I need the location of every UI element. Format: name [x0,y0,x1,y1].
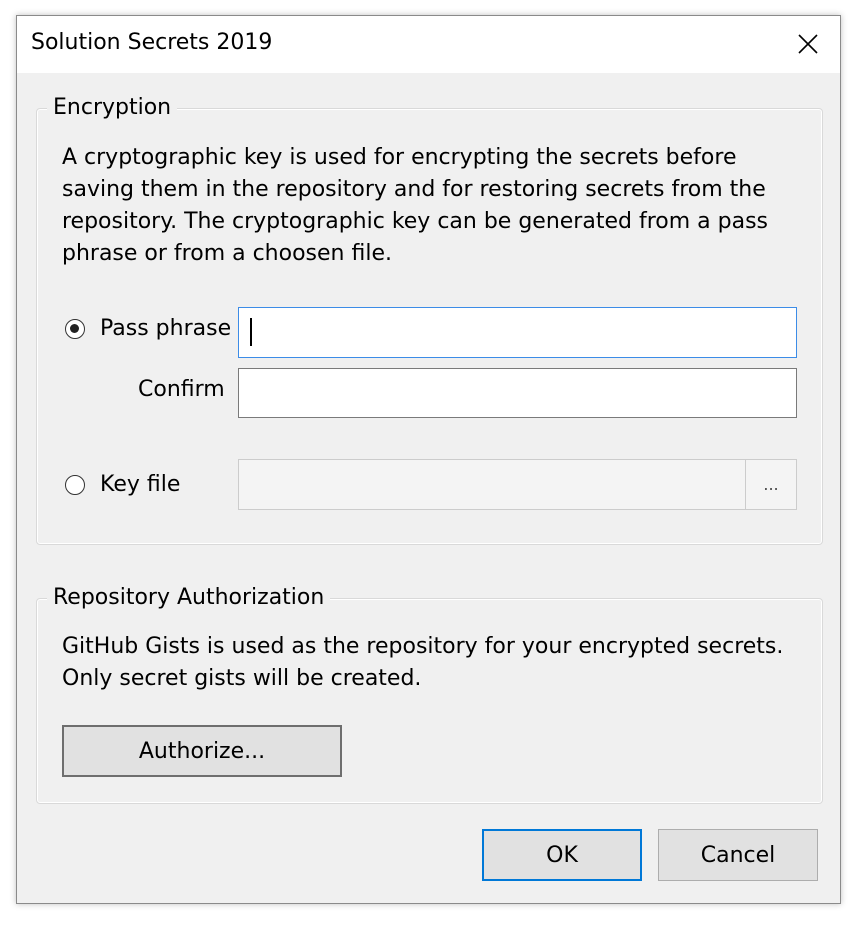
description-line: GitHub Gists is used as the repository f… [62,634,784,659]
cancel-button[interactable]: Cancel [658,829,818,881]
window-title: Solution Secrets 2019 [31,30,273,55]
description-line: A cryptographic key is used for encrypti… [62,145,737,170]
description-line: Only secret gists will be created. [62,666,422,691]
description-line: repository. The cryptographic key can be… [62,209,768,234]
close-icon [798,33,818,54]
repository-legend: Repository Authorization [47,584,331,612]
repository-description: GitHub Gists is used as the repository f… [62,631,783,695]
browse-button[interactable]: ... [745,460,796,509]
authorize-button[interactable]: Authorize... [62,725,342,777]
description-line: phrase or from a choosen file. [62,241,392,266]
confirm-label: Confirm [138,377,225,402]
pass-phrase-label: Pass phrase [100,316,232,341]
ok-button[interactable]: OK [482,829,642,881]
encryption-description: A cryptographic key is used for encrypti… [62,142,768,270]
text-caret [250,318,252,346]
key-file-input[interactable]: ... [238,459,797,510]
key-file-label: Key file [100,472,181,497]
pass-phrase-input[interactable] [238,307,797,358]
key-file-radio[interactable] [65,475,85,495]
description-line: saving them in the repository and for re… [62,177,766,202]
title-bar: Solution Secrets 2019 [17,16,840,73]
encryption-legend: Encryption [47,94,178,122]
confirm-input[interactable] [238,368,797,418]
close-button[interactable] [777,16,839,71]
pass-phrase-radio[interactable] [65,319,85,339]
dialog-window: Solution Secrets 2019 Encryption A crypt… [16,15,841,904]
